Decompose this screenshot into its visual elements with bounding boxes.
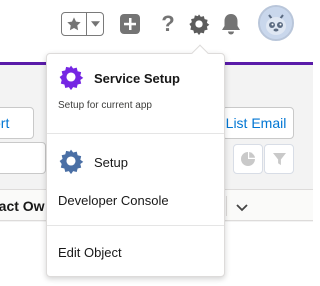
bell-icon xyxy=(222,14,240,35)
pie-chart-icon xyxy=(241,152,255,166)
setup-menu-item[interactable]: Setup xyxy=(47,148,224,176)
star-icon xyxy=(67,17,81,31)
service-setup-sublabel: Setup for current app xyxy=(58,100,152,111)
charts-button[interactable] xyxy=(233,144,263,174)
contact-owner-column-label: tact Ow xyxy=(0,198,45,214)
plus-icon xyxy=(120,14,140,34)
notifications-button[interactable] xyxy=(218,11,244,37)
help-button[interactable]: ? xyxy=(155,11,181,37)
global-header: ? xyxy=(0,0,313,48)
favorites-star-button[interactable] xyxy=(62,13,87,35)
contact-owner-column-header[interactable]: tact Ow xyxy=(0,198,45,214)
import-button[interactable]: ort xyxy=(0,107,34,139)
gear-icon xyxy=(59,65,84,90)
service-setup-label: Service Setup xyxy=(94,71,180,86)
global-actions-button[interactable] xyxy=(117,11,143,37)
gear-icon xyxy=(59,149,84,174)
avatar-icon xyxy=(260,7,292,39)
edit-object-label: Edit Object xyxy=(58,245,122,260)
setup-label: Setup xyxy=(94,155,128,170)
edit-object-menu-item[interactable]: Edit Object xyxy=(47,240,224,264)
send-list-email-button[interactable]: List Email xyxy=(222,107,294,139)
favorites-button-group xyxy=(61,12,104,36)
developer-console-menu-item[interactable]: Developer Console xyxy=(47,188,224,212)
import-button-label: ort xyxy=(0,115,10,131)
user-avatar[interactable] xyxy=(258,5,294,41)
service-setup-menu-item[interactable]: Service Setup xyxy=(47,64,224,92)
menu-divider xyxy=(47,225,224,226)
list-search-input[interactable] xyxy=(0,142,46,174)
gear-icon xyxy=(189,14,210,35)
setup-gear-button[interactable] xyxy=(186,11,212,37)
column-menu-button[interactable] xyxy=(236,199,248,217)
developer-console-label: Developer Console xyxy=(58,193,169,208)
chevron-down-icon xyxy=(236,204,248,212)
filter-icon xyxy=(272,152,286,165)
setup-menu: Service Setup Setup for current app Setu… xyxy=(46,44,225,277)
question-icon: ? xyxy=(161,11,175,36)
menu-divider xyxy=(47,133,224,134)
column-divider xyxy=(226,196,227,216)
send-list-email-label: List Email xyxy=(225,115,287,131)
filters-button[interactable] xyxy=(264,144,294,174)
favorites-menu-button[interactable] xyxy=(87,13,103,35)
chevron-down-icon xyxy=(90,21,100,27)
